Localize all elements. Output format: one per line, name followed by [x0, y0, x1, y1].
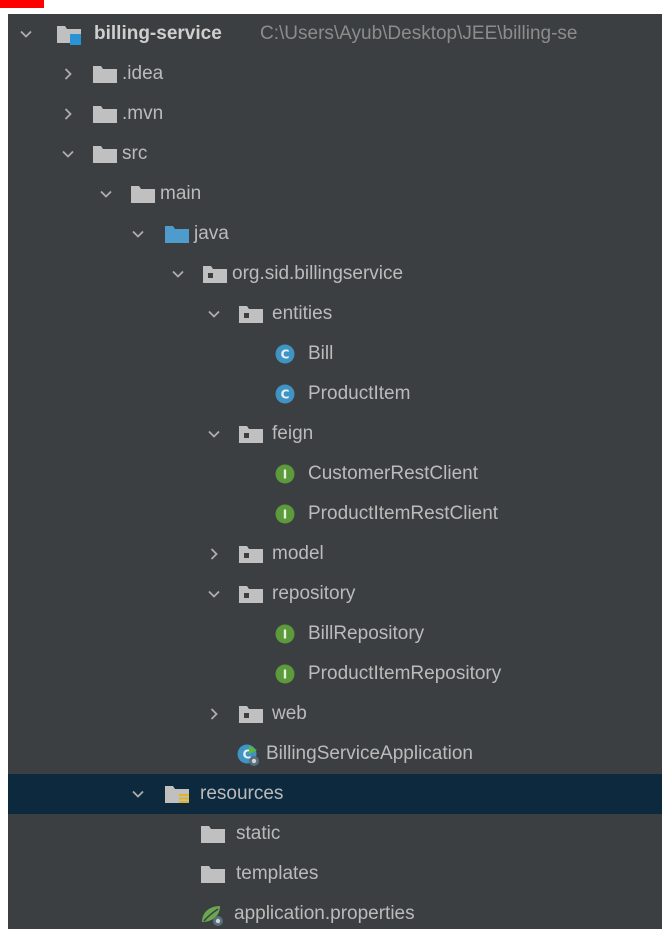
- tree-item-product-item-repository[interactable]: I ProductItemRepository: [8, 654, 662, 694]
- chevron-down-icon[interactable]: [202, 574, 226, 614]
- tree-item-mvn[interactable]: .mvn: [8, 94, 662, 134]
- tree-item-bill[interactable]: C Bill: [8, 334, 662, 374]
- svg-text:I: I: [283, 668, 287, 682]
- red-marker: [0, 0, 44, 8]
- spring-config-icon: [200, 894, 228, 929]
- tree-item-src[interactable]: src: [8, 134, 662, 174]
- svg-text:C: C: [281, 348, 290, 362]
- tree-item-application-properties[interactable]: application.properties: [8, 894, 662, 929]
- chevron-right-icon[interactable]: [202, 694, 226, 734]
- chevron-down-icon[interactable]: [202, 414, 226, 454]
- tree-item-label: org.sid.billingservice: [232, 263, 404, 284]
- svg-text:C: C: [281, 388, 290, 402]
- chevron-right-icon[interactable]: [56, 54, 80, 94]
- project-tree-panel: billing-service C:\Users\Ayub\Desktop\JE…: [8, 14, 662, 929]
- tree-item-label: static: [236, 823, 281, 844]
- folder-icon: [92, 54, 120, 94]
- chevron-down-icon[interactable]: [94, 174, 118, 214]
- tree-item-repository[interactable]: repository: [8, 574, 662, 614]
- tree-item-label: BillingServiceApplication: [266, 743, 473, 764]
- folder-icon: [130, 174, 158, 214]
- interface-icon: I: [274, 654, 302, 694]
- tree-item-package[interactable]: org.sid.billingservice: [8, 254, 662, 294]
- interface-icon: I: [274, 454, 302, 494]
- tree-item-label: resources: [200, 783, 284, 804]
- tree-item-label: model: [272, 543, 324, 564]
- tree-item-label: src: [122, 143, 148, 164]
- tree-item-label: templates: [236, 863, 319, 884]
- chevron-right-icon[interactable]: [56, 94, 80, 134]
- tree-item-main[interactable]: main: [8, 174, 662, 214]
- package-icon: [238, 294, 266, 334]
- chevron-down-icon[interactable]: [166, 254, 190, 294]
- tree-item-label: feign: [272, 423, 314, 444]
- tree-item-resources[interactable]: resources: [8, 774, 662, 814]
- chevron-down-icon[interactable]: [126, 774, 150, 814]
- tree-item-label: java: [194, 223, 229, 244]
- spring-boot-icon: C: [236, 734, 264, 774]
- tree-item-label: repository: [272, 583, 356, 604]
- tree-item-label: .mvn: [122, 103, 164, 124]
- tree-item-label: CustomerRestClient: [308, 463, 478, 484]
- tree-item-feign[interactable]: feign: [8, 414, 662, 454]
- tree-item-product-item[interactable]: C ProductItem: [8, 374, 662, 414]
- package-icon: [238, 574, 266, 614]
- folder-icon: [200, 814, 228, 854]
- tree-item-product-item-rest-client[interactable]: I ProductItemRestClient: [8, 494, 662, 534]
- chevron-right-icon[interactable]: [202, 534, 226, 574]
- tree-item-web[interactable]: web: [8, 694, 662, 734]
- tree-item-label: application.properties: [234, 903, 415, 924]
- svg-text:I: I: [283, 628, 287, 642]
- chevron-down-icon[interactable]: [14, 14, 38, 54]
- chevron-down-icon[interactable]: [126, 214, 150, 254]
- package-icon: [238, 694, 266, 734]
- tree-item-label: BillRepository: [308, 623, 425, 644]
- module-folder-icon: [56, 14, 84, 54]
- project-path: C:\Users\Ayub\Desktop\JEE\billing-se: [260, 23, 578, 44]
- svg-text:I: I: [283, 508, 287, 522]
- tree-item-customer-rest-client[interactable]: I CustomerRestClient: [8, 454, 662, 494]
- tree-item-label: ProductItemRepository: [308, 663, 502, 684]
- source-folder-icon: [164, 214, 192, 254]
- tree-item-billing-service-application[interactable]: C BillingServiceApplication: [8, 734, 662, 774]
- tree-item-label: entities: [272, 303, 333, 324]
- tree-item-label: .idea: [122, 63, 164, 84]
- package-icon: [238, 534, 266, 574]
- tree-item-label: ProductItemRestClient: [308, 503, 499, 524]
- tree-item-label: billing-service: [94, 23, 222, 44]
- tree-item-entities[interactable]: entities: [8, 294, 662, 334]
- chevron-down-icon[interactable]: [202, 294, 226, 334]
- tree-item-idea[interactable]: .idea: [8, 54, 662, 94]
- tree-item-static[interactable]: static: [8, 814, 662, 854]
- tree-item-bill-repository[interactable]: I BillRepository: [8, 614, 662, 654]
- interface-icon: I: [274, 494, 302, 534]
- folder-icon: [92, 134, 120, 174]
- tree-item-java[interactable]: java: [8, 214, 662, 254]
- interface-icon: I: [274, 614, 302, 654]
- tree-item-label: web: [272, 703, 307, 724]
- tree-item-label: ProductItem: [308, 383, 411, 404]
- class-icon: C: [274, 334, 302, 374]
- tree-item-label: Bill: [308, 343, 334, 364]
- svg-text:I: I: [283, 468, 287, 482]
- package-icon: [202, 254, 230, 294]
- tree-item-templates[interactable]: templates: [8, 854, 662, 894]
- folder-icon: [200, 854, 228, 894]
- screenshot: billing-service C:\Users\Ayub\Desktop\JE…: [0, 0, 662, 929]
- package-icon: [238, 414, 266, 454]
- tree-item-label: main: [160, 183, 202, 204]
- folder-icon: [92, 94, 120, 134]
- tree-item-model[interactable]: model: [8, 534, 662, 574]
- resources-folder-icon: [164, 774, 192, 814]
- tree-item-billing-service[interactable]: billing-service C:\Users\Ayub\Desktop\JE…: [8, 14, 662, 54]
- chevron-down-icon[interactable]: [56, 134, 80, 174]
- class-icon: C: [274, 374, 302, 414]
